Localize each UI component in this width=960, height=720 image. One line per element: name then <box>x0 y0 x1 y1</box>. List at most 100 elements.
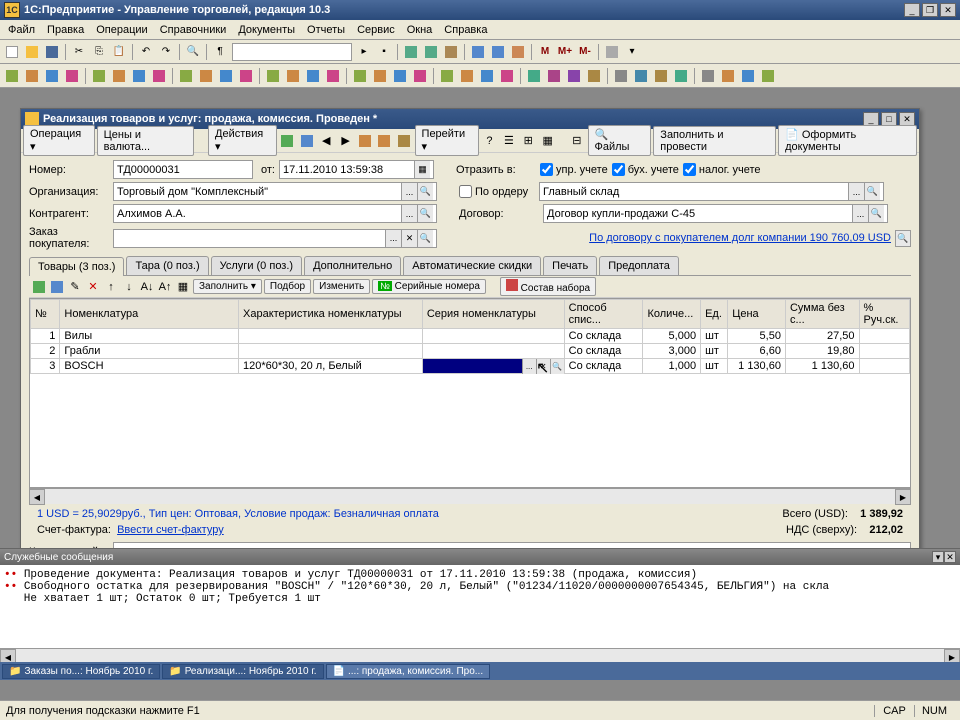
cell-clear-icon[interactable]: ✕ <box>536 359 550 374</box>
menu-edit[interactable]: Правка <box>41 22 90 38</box>
prices-button[interactable]: Цены и валюта... <box>97 126 195 156</box>
tb-icon-i[interactable] <box>603 43 621 61</box>
org-field[interactable]: Торговый дом "Комплексный" ... 🔍 <box>113 182 437 201</box>
col-item[interactable]: Номенклатура <box>60 300 239 329</box>
doc-tb-struct-icon[interactable]: ▦ <box>539 132 556 150</box>
doc-tb-add-icon[interactable] <box>279 132 296 150</box>
tb2-7[interactable] <box>130 67 148 85</box>
tb2-34[interactable] <box>719 67 737 85</box>
cut-icon[interactable]: ✂ <box>70 43 88 61</box>
tb2-31[interactable] <box>652 67 670 85</box>
tb2-21[interactable] <box>438 67 456 85</box>
col-disc[interactable]: % Руч.ск. <box>859 300 910 329</box>
doc-close-button[interactable]: ✕ <box>899 112 915 126</box>
tb2-14[interactable] <box>284 67 302 85</box>
tb2-19[interactable] <box>391 67 409 85</box>
tb2-5[interactable] <box>90 67 108 85</box>
tb2-27[interactable] <box>565 67 583 85</box>
minimize-button[interactable]: _ <box>904 3 920 17</box>
col-writeoff[interactable]: Способ спис... <box>564 300 643 329</box>
goto-button[interactable]: Перейти ▾ <box>415 125 479 156</box>
tb2-30[interactable] <box>632 67 650 85</box>
memory-mminus[interactable]: M- <box>576 43 594 61</box>
tb2-35[interactable] <box>739 67 757 85</box>
menu-references[interactable]: Справочники <box>154 22 233 38</box>
warehouse-open-icon[interactable]: 🔍 <box>864 183 880 200</box>
new-icon[interactable] <box>3 43 21 61</box>
undo-icon[interactable]: ↶ <box>137 43 155 61</box>
copy-icon[interactable]: ⎘ <box>90 43 108 61</box>
date-field[interactable]: 17.11.2010 13:59:38 ▦ <box>279 160 434 179</box>
warehouse-select-icon[interactable]: ... <box>848 183 864 200</box>
grid-hscroll[interactable]: ◀ ▶ <box>29 488 911 504</box>
para-icon[interactable]: ¶ <box>211 43 229 61</box>
tb2-32[interactable] <box>672 67 690 85</box>
task-current[interactable]: 📄 ...: продажа, комиссия. Про... <box>326 664 491 679</box>
order-clear-icon[interactable]: ✕ <box>401 230 417 247</box>
acc-check[interactable]: бух. учете <box>612 163 679 176</box>
tb2-8[interactable] <box>150 67 168 85</box>
tb2-26[interactable] <box>545 67 563 85</box>
tb-icon-d[interactable] <box>422 43 440 61</box>
counterparty-open-icon[interactable]: 🔍 <box>417 205 433 222</box>
goods-grid[interactable]: № Номенклатура Характеристика номенклату… <box>29 298 911 488</box>
grid-cols-icon[interactable]: ▦ <box>175 279 191 295</box>
actions-button[interactable]: Действия ▾ <box>208 125 277 156</box>
col-series[interactable]: Серия номенклатуры <box>422 300 564 329</box>
tb2-9[interactable] <box>177 67 195 85</box>
tab-print[interactable]: Печать <box>543 256 597 275</box>
task-orders[interactable]: 📁 Заказы по...: Ноябрь 2010 г. <box>2 664 160 679</box>
col-char[interactable]: Характеристика номенклатуры <box>239 300 423 329</box>
mgmt-check[interactable]: упр. учете <box>540 163 608 176</box>
counterparty-select-icon[interactable]: ... <box>401 205 417 222</box>
grid-serials-button[interactable]: № Серийные номера <box>372 279 486 294</box>
by-order-check[interactable]: По ордеру <box>459 185 535 198</box>
tb2-10[interactable] <box>197 67 215 85</box>
doc-tb-post2-icon[interactable] <box>376 132 393 150</box>
warehouse-field[interactable]: Главный склад ... 🔍 <box>539 182 884 201</box>
table-row[interactable]: 1 Вилы Со склада 5,000 шт 5,50 27,50 <box>31 329 910 344</box>
redo-icon[interactable]: ↷ <box>157 43 175 61</box>
grid-dup-icon[interactable] <box>49 279 65 295</box>
messages-pin-icon[interactable]: ▾ <box>932 551 944 563</box>
doc-tb-post1-icon[interactable] <box>356 132 373 150</box>
contract-open-icon[interactable]: 🔍 <box>868 205 884 222</box>
org-open-icon[interactable]: 🔍 <box>417 183 433 200</box>
tab-tare[interactable]: Тара (0 поз.) <box>126 256 208 275</box>
tb-icon-b[interactable]: ▪ <box>375 43 393 61</box>
scroll-right-icon[interactable]: ▶ <box>895 489 911 505</box>
cell-open-icon[interactable]: 🔍 <box>550 359 564 374</box>
debt-link[interactable]: По договору с покупателем долг компании … <box>589 232 891 244</box>
task-sales[interactable]: 📁 Реализаци...: Ноябрь 2010 г. <box>162 664 323 679</box>
col-n[interactable]: № <box>31 300 60 329</box>
order-field[interactable]: ... ✕ 🔍 <box>113 229 437 248</box>
menu-documents[interactable]: Документы <box>232 22 301 38</box>
tb2-2[interactable] <box>23 67 41 85</box>
tb2-12[interactable] <box>237 67 255 85</box>
date-picker-icon[interactable]: ▦ <box>414 161 430 178</box>
tb2-4[interactable] <box>63 67 81 85</box>
tb2-17[interactable] <box>351 67 369 85</box>
doc-tb-nav2-icon[interactable]: ▶ <box>337 132 354 150</box>
invoice-link[interactable]: Ввести счет-фактуру <box>117 524 224 536</box>
tab-discounts[interactable]: Автоматические скидки <box>403 256 541 275</box>
tb2-28[interactable] <box>585 67 603 85</box>
tb2-3[interactable] <box>43 67 61 85</box>
paste-icon[interactable]: 📋 <box>110 43 128 61</box>
grid-sort2-icon[interactable]: A↑ <box>157 279 173 295</box>
tb2-15[interactable] <box>304 67 322 85</box>
menu-service[interactable]: Сервис <box>351 22 401 38</box>
tb2-6[interactable] <box>110 67 128 85</box>
save-icon[interactable] <box>43 43 61 61</box>
doc-tb-basis-icon[interactable] <box>395 132 412 150</box>
tb2-36[interactable] <box>759 67 777 85</box>
tb2-13[interactable] <box>264 67 282 85</box>
grid-up-icon[interactable]: ↑ <box>103 279 119 295</box>
number-field[interactable]: ТД00000031 <box>113 160 253 179</box>
doc-maximize-button[interactable]: □ <box>881 112 897 126</box>
issue-docs-button[interactable]: 📄 Оформить документы <box>778 125 917 156</box>
toolbar-combo[interactable] <box>232 43 352 61</box>
col-qty[interactable]: Количе... <box>643 300 701 329</box>
tb2-18[interactable] <box>371 67 389 85</box>
contract-select-icon[interactable]: ... <box>852 205 868 222</box>
